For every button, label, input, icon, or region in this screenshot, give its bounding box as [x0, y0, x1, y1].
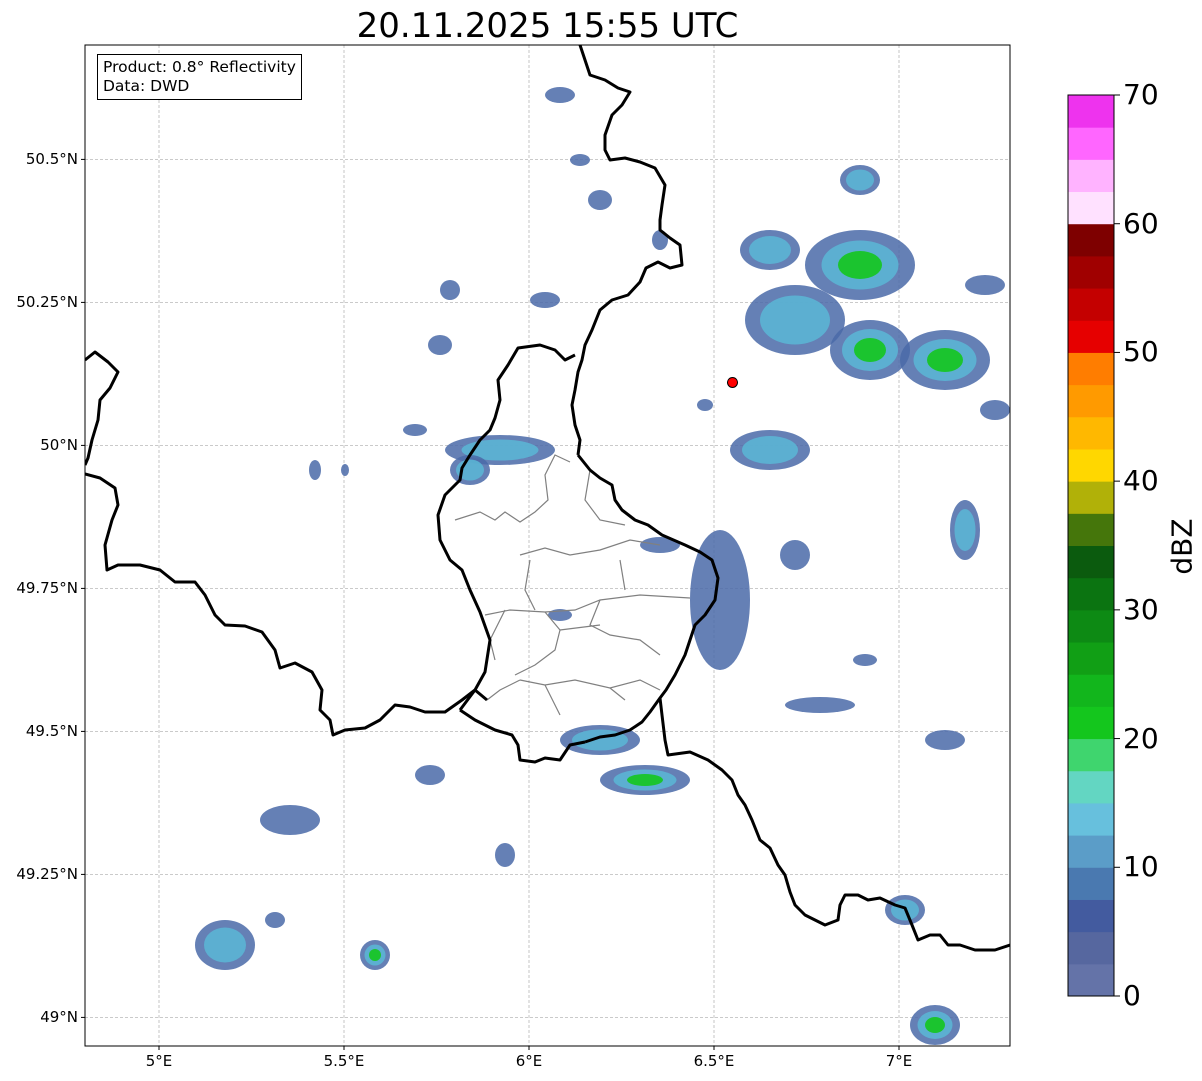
radar-echo [780, 540, 810, 570]
radar-echo [980, 400, 1010, 420]
colorbar-segment [1068, 609, 1114, 643]
colorbar-segment [1068, 223, 1114, 257]
colorbar-segment [1068, 320, 1114, 353]
radar-echo [588, 190, 612, 210]
radar-echo [403, 424, 427, 436]
radar-echo [440, 280, 460, 300]
radar-echo [697, 399, 713, 411]
colorbar-segment [1068, 191, 1114, 225]
colorbar-segment [1068, 674, 1114, 707]
lon-label: 7°E [885, 1052, 913, 1070]
radar-echo [309, 460, 321, 480]
colorbar-segment [1068, 867, 1114, 900]
colorbar-segment [1068, 642, 1114, 675]
colorbar-tick-label: 30 [1123, 592, 1159, 626]
lon-label: 5°E [145, 1052, 173, 1070]
radar-echo [369, 949, 381, 961]
radar-echo [742, 436, 798, 464]
radar-echo [570, 154, 590, 166]
colorbar-tick-label: 60 [1123, 206, 1159, 240]
lat-label: 50.25°N [16, 293, 78, 312]
lat-label: 49.5°N [25, 722, 78, 741]
colorbar [1068, 95, 1114, 997]
product-label: Product: 0.8° Reflectivity [103, 58, 296, 76]
lat-label: 50.5°N [25, 150, 78, 169]
radar-echo [760, 295, 830, 345]
radar-echo [265, 912, 285, 928]
colorbar-segment [1068, 513, 1114, 546]
info-box: Product: 0.8° Reflectivity Data: DWD [97, 54, 302, 100]
radar-echo [530, 292, 560, 308]
radar-echo [545, 87, 575, 103]
radar-echo [838, 251, 882, 279]
colorbar-tick-label: 40 [1123, 464, 1159, 498]
radar-echo [260, 805, 320, 835]
radar-echo [627, 774, 663, 786]
radar-echo [853, 654, 877, 666]
radar-echo [415, 765, 445, 785]
radar-echo [965, 275, 1005, 295]
lat-label: 49.25°N [16, 865, 78, 884]
radar-site-marker [727, 376, 738, 388]
radar-echo [749, 236, 791, 264]
colorbar-segment [1068, 159, 1114, 193]
colorbar-segment [1068, 577, 1114, 611]
lat-label: 49°N [40, 1008, 78, 1027]
colorbar-segment [1068, 95, 1114, 128]
radar-echo [428, 335, 452, 355]
radar-echo [925, 1017, 945, 1033]
colorbar-unit: dBZ [1165, 518, 1199, 575]
colorbar-tick-label: 10 [1123, 850, 1159, 884]
colorbar-tick-label: 20 [1123, 721, 1159, 755]
colorbar-segment [1068, 835, 1114, 868]
colorbar-segment [1068, 545, 1114, 579]
colorbar-segment [1068, 288, 1114, 321]
colorbar-tick-label: 70 [1123, 78, 1159, 111]
colorbar-segment [1068, 448, 1114, 482]
lon-label: 6°E [515, 1052, 543, 1070]
colorbar-tick-label: 50 [1123, 335, 1159, 369]
plot-area [85, 45, 1010, 1046]
lat-label: 50°N [40, 436, 78, 455]
colorbar-segment [1068, 481, 1114, 514]
colorbar-segment [1068, 899, 1114, 933]
radar-echo [925, 730, 965, 750]
radar-map [81, 44, 1120, 1050]
colorbar-segment [1068, 384, 1114, 418]
colorbar-segment [1068, 352, 1114, 386]
colorbar-segment [1068, 931, 1114, 965]
radar-echo [495, 843, 515, 867]
colorbar-segment [1068, 770, 1114, 804]
radar-echo [927, 348, 963, 372]
colorbar-segment [1068, 802, 1114, 836]
colorbar-segment [1068, 963, 1114, 997]
radar-echo [204, 927, 246, 963]
data-source-label: Data: DWD [103, 77, 190, 95]
colorbar-segment [1068, 127, 1114, 160]
colorbar-segment [1068, 255, 1114, 289]
radar-echo [785, 697, 855, 713]
colorbar-segment [1068, 416, 1114, 450]
radar-echo [854, 338, 886, 362]
radar-echo [341, 464, 349, 476]
radar-echo [954, 509, 976, 551]
lon-label: 6.5°E [693, 1052, 735, 1070]
colorbar-segment [1068, 738, 1114, 772]
lon-label: 5.5°E [323, 1052, 365, 1070]
colorbar-segment [1068, 706, 1114, 740]
radar-echo [846, 169, 874, 191]
lat-label: 49.75°N [16, 579, 78, 598]
colorbar-tick-label: 0 [1123, 979, 1141, 1012]
